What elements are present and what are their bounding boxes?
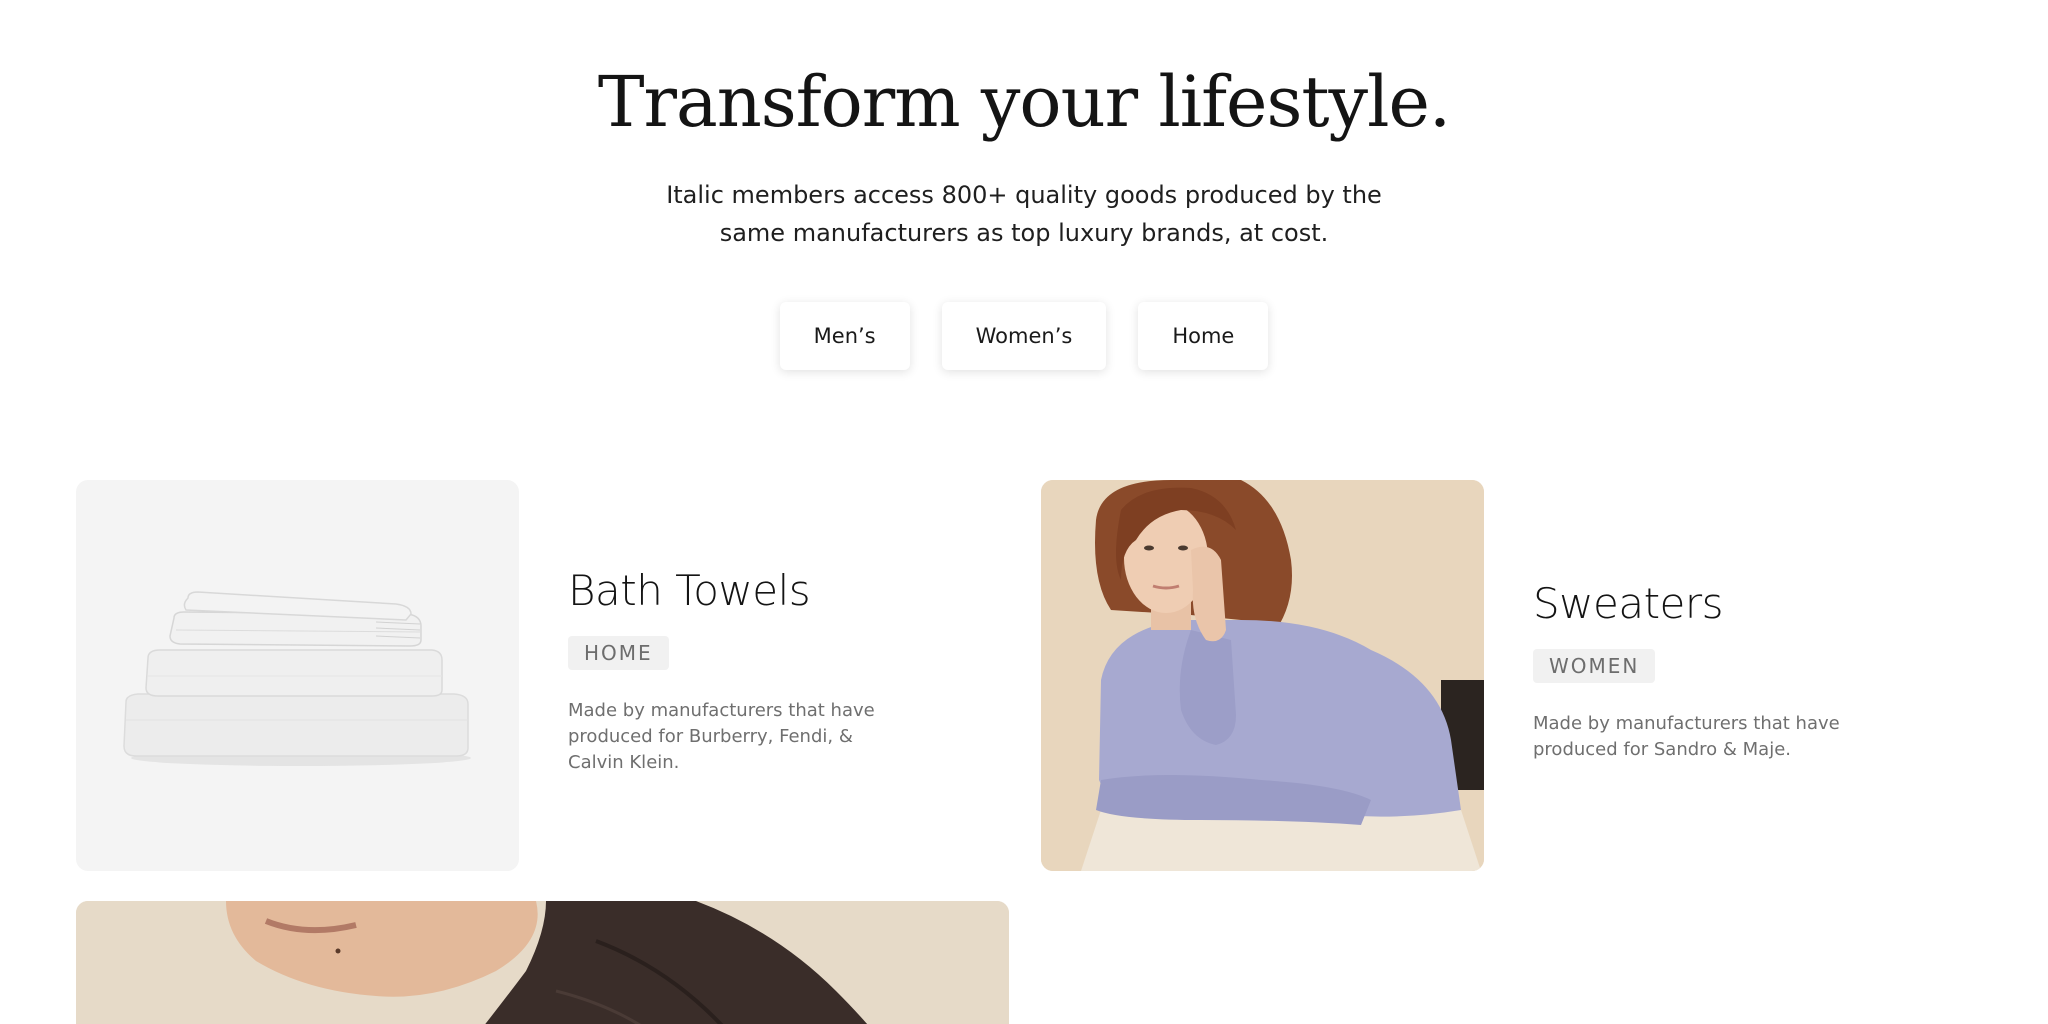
hero-title: Transform your lifestyle. [597,61,1451,143]
bath-towels-title[interactable]: Bath Towels [568,566,811,615]
bath-towels-description: Made by manufacturers that have produced… [568,700,875,773]
sweaters-title[interactable]: Sweaters [1533,579,1724,628]
women-tag[interactable]: WOMEN [1533,649,1656,683]
woman-in-sweater-photo [1041,480,1484,871]
sweaters-image[interactable] [1041,480,1484,871]
home-category-button[interactable]: Home [1138,302,1269,370]
home-tag[interactable]: HOME [568,636,669,670]
hero-subtitle-line-1: Italic members access 800+ quality goods… [666,181,1382,209]
page: Transform your lifestyle. Italic members… [0,0,2048,1024]
mens-category-button[interactable]: Men’s [779,302,910,370]
bath-towels-image[interactable] [76,480,519,871]
folded-towels-illustration [123,591,471,766]
category-filter-row: Men’s Women’s Home [0,302,2048,370]
hero-subtitle-line-2: same manufacturers as top luxury brands,… [719,219,1329,247]
sweaters-description: Made by manufacturers that have produced… [1533,713,1840,760]
jacket-image[interactable] [76,901,1009,1024]
man-in-jacket-photo [76,901,1009,1024]
womens-category-button[interactable]: Women’s [941,302,1107,370]
hero-subtitle: Italic members access 800+ quality goods… [624,176,1424,252]
